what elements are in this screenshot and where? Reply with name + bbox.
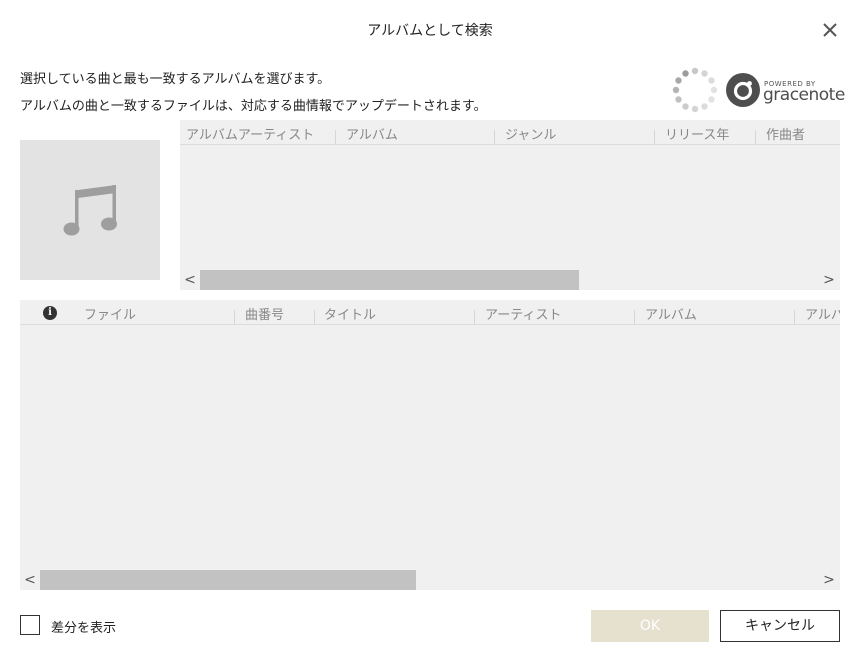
column-divider[interactable] (474, 310, 475, 324)
show-diff-label[interactable]: 差分を表示 (51, 617, 116, 636)
column-header-composer[interactable]: 作曲者 (766, 124, 805, 143)
column-divider[interactable] (794, 310, 795, 324)
album-grid-horizontal-scrollbar[interactable]: < > (180, 270, 840, 290)
gracenote-logo-icon (726, 73, 760, 107)
column-header-track-number[interactable]: 曲番号 (245, 304, 284, 323)
scroll-right-arrow[interactable]: > (823, 272, 835, 288)
cancel-button[interactable]: キャンセル (720, 610, 840, 642)
column-header-album-artist[interactable]: アルバ (805, 304, 840, 323)
instruction-line-1: 選択している曲と最も一致するアルバムを選びます。 (20, 72, 331, 87)
close-button[interactable] (818, 18, 842, 42)
album-grid-header: アルバムアーティスト アルバム ジャンル リリース年 作曲者 (180, 120, 840, 145)
scroll-thumb[interactable] (40, 570, 416, 590)
column-header-release-year[interactable]: リリース年 (665, 124, 729, 143)
instruction-line-2: アルバムの曲と一致するファイルは、対応する曲情報でアップデートされます。 (20, 99, 487, 114)
scroll-left-arrow[interactable]: < (184, 272, 196, 288)
column-divider[interactable] (234, 310, 235, 324)
close-icon (823, 23, 837, 37)
gracenote-wordmark: gracenote (763, 85, 845, 105)
column-divider[interactable] (335, 130, 336, 144)
scroll-left-arrow[interactable]: < (24, 572, 36, 588)
column-header-file[interactable]: ファイル (84, 304, 136, 323)
album-art-placeholder (20, 140, 160, 280)
music-note-icon (63, 185, 117, 236)
ok-button[interactable]: OK (591, 610, 709, 642)
column-header-title[interactable]: タイトル (324, 304, 376, 323)
column-header-album-artist[interactable]: アルバムアーティスト (186, 124, 314, 143)
column-header-album[interactable]: アルバム (645, 304, 697, 323)
column-divider[interactable] (314, 310, 315, 324)
info-icon: i (43, 306, 57, 320)
column-divider[interactable] (494, 130, 495, 144)
album-results-grid[interactable]: アルバムアーティスト アルバム ジャンル リリース年 作曲者 < > (180, 120, 840, 290)
column-divider[interactable] (755, 130, 756, 144)
scroll-thumb[interactable] (200, 270, 579, 290)
column-divider[interactable] (654, 130, 655, 144)
column-header-genre[interactable]: ジャンル (505, 124, 556, 143)
loading-spinner-icon (672, 67, 718, 113)
column-header-album[interactable]: アルバム (346, 124, 398, 143)
show-diff-checkbox[interactable] (20, 615, 40, 635)
file-list-grid[interactable]: i ファイル 曲番号 タイトル アーティスト アルバム アルバ < > (20, 300, 840, 590)
column-header-artist[interactable]: アーティスト (485, 304, 561, 323)
file-grid-header: i ファイル 曲番号 タイトル アーティスト アルバム アルバ (20, 300, 840, 325)
dialog-title: アルバムとして検索 (367, 23, 493, 39)
scroll-right-arrow[interactable]: > (823, 572, 835, 588)
file-grid-horizontal-scrollbar[interactable]: < > (20, 570, 840, 590)
gracenote-logo: POWERED BY gracenote (726, 73, 845, 109)
column-divider[interactable] (634, 310, 635, 324)
